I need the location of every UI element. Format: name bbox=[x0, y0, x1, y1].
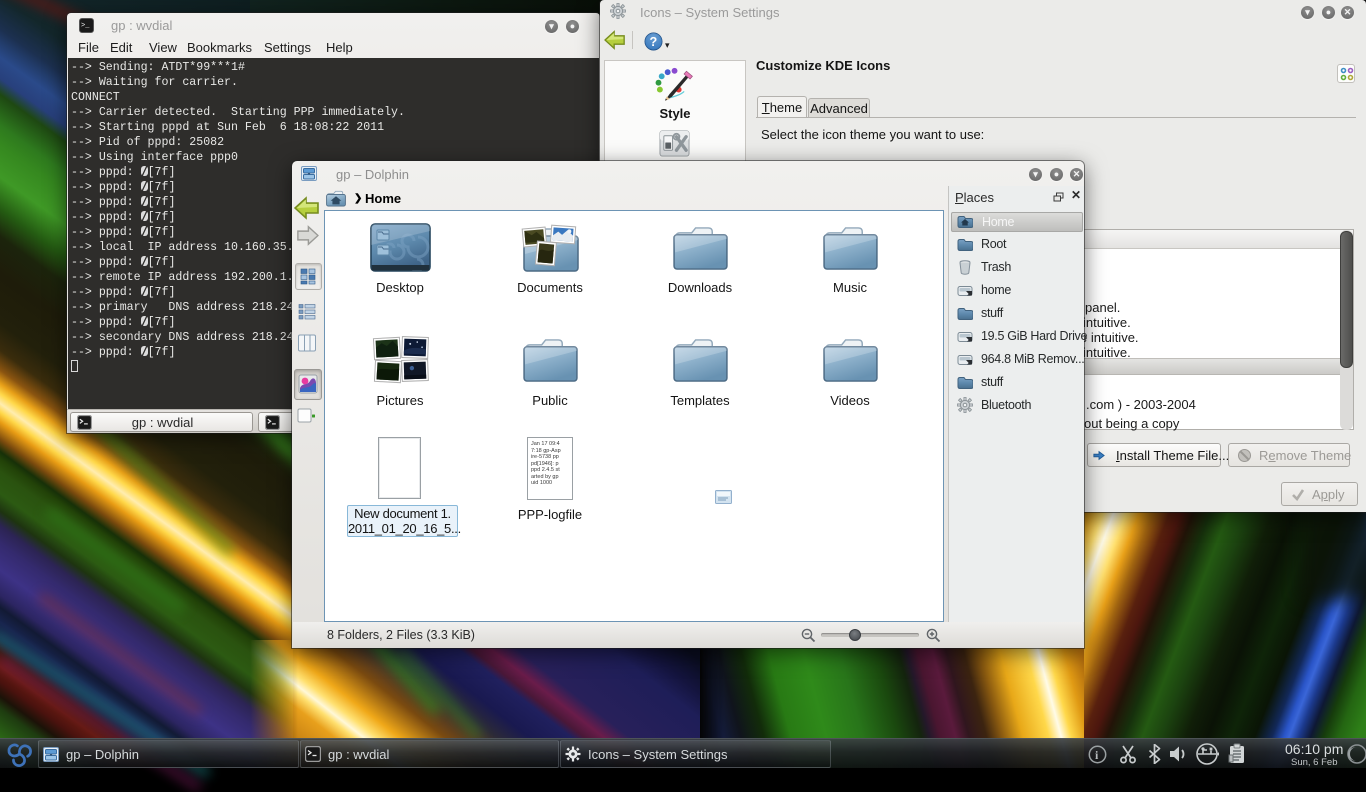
svg-text:>_: >_ bbox=[81, 22, 90, 30]
svg-text:i: i bbox=[1095, 748, 1099, 762]
